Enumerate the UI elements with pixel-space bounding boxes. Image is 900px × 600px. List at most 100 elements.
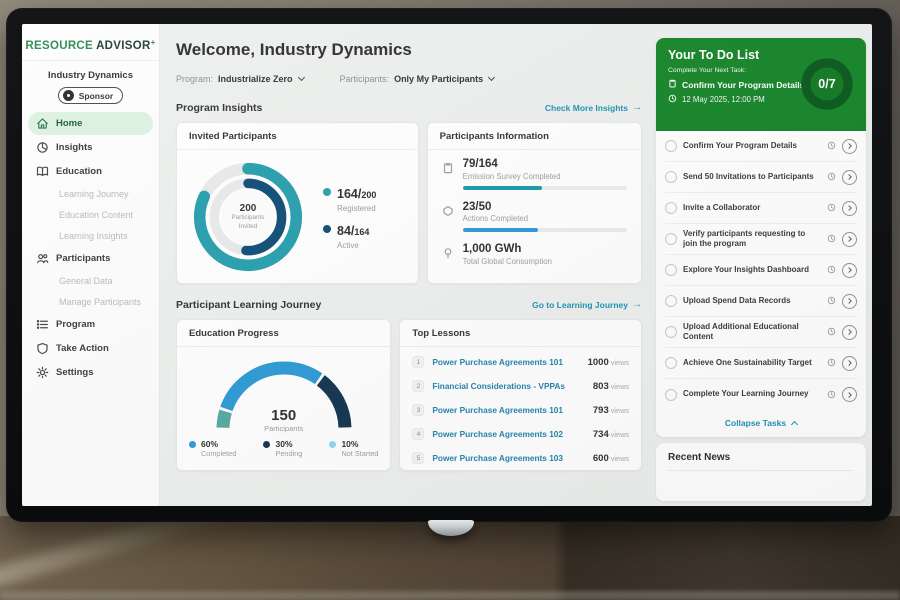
lesson-row[interactable]: 4 Power Purchase Agreements 102 734views bbox=[412, 422, 629, 446]
task-checkbox[interactable] bbox=[665, 202, 677, 214]
sidebar-item-general-data[interactable]: General Data bbox=[28, 271, 153, 291]
todo-task-row[interactable]: Explore Your Insights Dashboard bbox=[665, 255, 857, 286]
todo-next-task: Confirm Your Program Details bbox=[682, 80, 804, 90]
todo-progress-count: 0/7 bbox=[798, 55, 856, 113]
sidebar-item-education-content[interactable]: Education Content bbox=[28, 205, 153, 225]
sidebar-item-take-action[interactable]: Take Action bbox=[28, 337, 153, 360]
learning-journey-header: Participant Learning Journey Go to Learn… bbox=[176, 299, 642, 311]
main-content: Welcome, Industry Dynamics Program:Indus… bbox=[160, 24, 654, 506]
sponsor-label: Sponsor bbox=[79, 91, 113, 101]
task-go-button[interactable] bbox=[842, 263, 857, 278]
dashboard-screen: RESOURCE ADVISOR+ Industry Dynamics Spon… bbox=[22, 24, 872, 506]
lesson-row[interactable]: 3 Power Purchase Agreements 101 793views bbox=[412, 398, 629, 422]
go-to-learning-journey-link[interactable]: Go to Learning Journey → bbox=[532, 300, 642, 310]
todo-task-row[interactable]: Confirm Your Program Details bbox=[665, 131, 857, 162]
task-go-button[interactable] bbox=[842, 387, 857, 402]
book-icon bbox=[36, 165, 49, 178]
sidebar-item-home[interactable]: Home bbox=[28, 112, 153, 135]
rank-badge: 2 bbox=[412, 380, 424, 392]
task-checkbox[interactable] bbox=[665, 357, 677, 369]
task-go-button[interactable] bbox=[842, 170, 857, 185]
check-more-insights-link[interactable]: Check More Insights → bbox=[545, 103, 642, 113]
legend-item-pending: 30% Pending bbox=[263, 439, 302, 458]
info-row-emission-survey: 79/164 Emission Survey Completed bbox=[442, 158, 627, 190]
lesson-row[interactable]: 5 Power Purchase Agreements 103 600views bbox=[412, 446, 629, 470]
sidebar-item-settings[interactable]: Settings bbox=[28, 361, 153, 384]
rank-badge: 4 bbox=[412, 428, 424, 440]
arrow-right-icon: → bbox=[632, 300, 642, 310]
legend-item-completed: 60% Completed bbox=[189, 439, 236, 458]
task-go-button[interactable] bbox=[842, 139, 857, 154]
education-progress-card: Education Progress 150 Parti bbox=[176, 319, 391, 471]
task-go-button[interactable] bbox=[842, 356, 857, 371]
task-checkbox[interactable] bbox=[665, 389, 677, 401]
task-go-button[interactable] bbox=[842, 325, 857, 340]
legend-item-not-started: 10% Not Started bbox=[329, 439, 378, 458]
lesson-link[interactable]: Power Purchase Agreements 101 bbox=[432, 405, 585, 415]
lesson-row[interactable]: 1 Power Purchase Agreements 101 1000view… bbox=[412, 350, 629, 374]
task-checkbox[interactable] bbox=[665, 171, 677, 183]
invited-donut-chart: 200 Participants Invited bbox=[185, 154, 311, 280]
todo-task-row[interactable]: Invite a Collaborator bbox=[665, 193, 857, 224]
arrow-right-icon: → bbox=[632, 103, 642, 113]
progress-bar bbox=[463, 228, 627, 232]
top-lessons-card: Top Lessons 1 Power Purchase Agreements … bbox=[399, 319, 642, 471]
todo-card: Your To Do List Complete Your Next Task:… bbox=[656, 38, 866, 437]
insights-icon bbox=[36, 141, 49, 154]
brand-logo: RESOURCE ADVISOR+ bbox=[22, 34, 159, 61]
participants-filter[interactable]: Participants:Only My Participants bbox=[340, 69, 495, 87]
pin-icon bbox=[442, 246, 454, 266]
donut-center-value: 200 bbox=[240, 203, 257, 214]
task-checkbox[interactable] bbox=[665, 264, 677, 276]
sidebar-item-learning-journey[interactable]: Learning Journey bbox=[28, 184, 153, 204]
todo-task-row[interactable]: Complete Your Learning Journey bbox=[665, 379, 857, 410]
task-go-button[interactable] bbox=[842, 201, 857, 216]
task-checkbox[interactable] bbox=[665, 326, 677, 338]
lesson-row[interactable]: 2 Financial Considerations - VPPAs 803vi… bbox=[412, 374, 629, 398]
recent-news-card: Recent News bbox=[656, 443, 866, 501]
sidebar-item-manage-participants[interactable]: Manage Participants bbox=[28, 292, 153, 312]
program-filter[interactable]: Program:Industrialize Zero bbox=[176, 69, 304, 87]
clock-icon bbox=[827, 261, 836, 279]
donut-legend: 164/200 Registered 84/164 Active bbox=[323, 176, 376, 259]
lesson-link[interactable]: Financial Considerations - VPPAs bbox=[432, 381, 585, 391]
sidebar-item-program[interactable]: Program bbox=[28, 313, 153, 336]
shield-icon bbox=[36, 342, 49, 355]
actions-icon bbox=[442, 204, 454, 233]
clock-icon bbox=[827, 199, 836, 217]
task-go-button[interactable] bbox=[842, 232, 857, 247]
task-go-button[interactable] bbox=[842, 294, 857, 309]
todo-task-row[interactable]: Send 50 Invitations to Participants bbox=[665, 162, 857, 193]
card-title: Top Lessons bbox=[400, 320, 641, 347]
survey-icon bbox=[442, 161, 454, 190]
lesson-link[interactable]: Power Purchase Agreements 101 bbox=[432, 357, 579, 367]
insights-cards-row: Invited Participants bbox=[176, 122, 642, 284]
legend-item-active: 84/164 Active bbox=[323, 222, 376, 250]
brand-plus: + bbox=[151, 38, 156, 47]
sidebar-item-insights[interactable]: Insights bbox=[28, 136, 153, 159]
todo-task-row[interactable]: Verify participants requesting to join t… bbox=[665, 224, 857, 255]
todo-task-row[interactable]: Upload Spend Data Records bbox=[665, 286, 857, 317]
clipboard-icon bbox=[668, 79, 677, 90]
home-icon bbox=[36, 117, 49, 130]
org-name: Industry Dynamics bbox=[22, 70, 159, 81]
lesson-link[interactable]: Power Purchase Agreements 102 bbox=[432, 429, 585, 439]
progress-bar bbox=[463, 186, 627, 190]
task-checkbox[interactable] bbox=[665, 295, 677, 307]
lesson-link[interactable]: Power Purchase Agreements 103 bbox=[432, 453, 585, 463]
scene: RESOURCE ADVISOR+ Industry Dynamics Spon… bbox=[0, 0, 900, 600]
todo-task-row[interactable]: Upload Additional Educational Content bbox=[665, 317, 857, 348]
chevron-up-icon bbox=[791, 421, 798, 428]
todo-header: Your To Do List Complete Your Next Task:… bbox=[656, 38, 866, 131]
clock-icon bbox=[827, 292, 836, 310]
gear-icon bbox=[36, 366, 49, 379]
collapse-tasks-link[interactable]: Collapse Tasks bbox=[656, 410, 866, 437]
task-checkbox[interactable] bbox=[665, 140, 677, 152]
todo-task-row[interactable]: Achieve One Sustainability Target bbox=[665, 348, 857, 379]
sidebar-item-participants[interactable]: Participants bbox=[28, 247, 153, 270]
clock-icon bbox=[827, 354, 836, 372]
participants-information-card: Participants Information 79/164 Emission… bbox=[427, 122, 642, 284]
task-checkbox[interactable] bbox=[665, 233, 677, 245]
sidebar-item-education[interactable]: Education bbox=[28, 160, 153, 183]
sidebar-item-learning-insights[interactable]: Learning Insights bbox=[28, 226, 153, 246]
